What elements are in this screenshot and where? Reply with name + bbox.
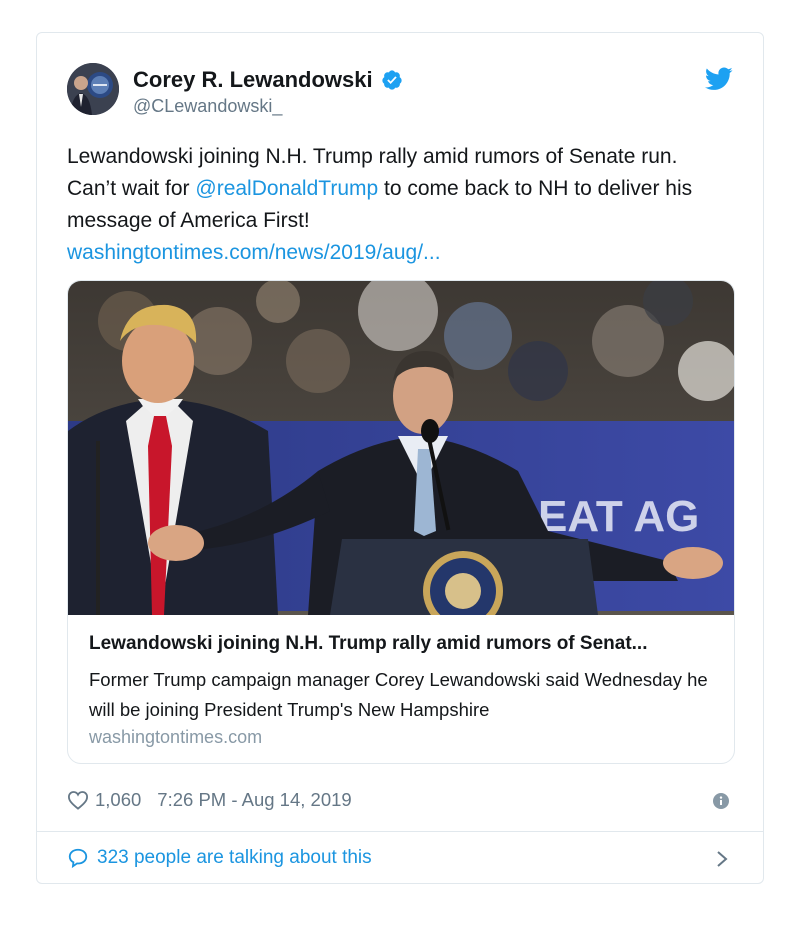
author-handle[interactable]: @CLewandowski_	[133, 96, 282, 117]
chevron-right-icon[interactable]	[715, 849, 729, 869]
divider	[37, 831, 763, 832]
link-card-title[interactable]: Lewandowski joining N.H. Trump rally ami…	[89, 633, 719, 655]
tweet-meta: 1,060 7:26 PM - Aug 14, 2019	[67, 789, 352, 811]
heart-icon[interactable]	[67, 790, 89, 810]
verified-badge-icon	[382, 70, 402, 90]
info-icon[interactable]	[713, 793, 729, 809]
conversation-link[interactable]: 323 people are talking about this	[67, 847, 372, 869]
mention-link[interactable]: @realDonaldTrump	[195, 177, 378, 200]
twitter-bird-icon[interactable]	[705, 67, 733, 91]
avatar[interactable]	[67, 63, 119, 115]
link-preview-card[interactable]: EAT AG Lewandowski joining N.H. Trump ra…	[67, 280, 735, 764]
like-count[interactable]: 1,060	[95, 789, 141, 811]
speech-bubble-icon	[68, 848, 88, 869]
link-card-description: Former Trump campaign manager Corey Lewa…	[89, 669, 708, 720]
article-link[interactable]: washingtontimes.com/news/2019/aug/...	[67, 237, 727, 269]
link-card-domain: washingtontimes.com	[89, 727, 263, 747]
tweet-text: Lewandowski joining N.H. Trump rally ami…	[67, 141, 727, 269]
rally-photo[interactable]: EAT AG	[68, 281, 735, 615]
author-name-text[interactable]: Corey R. Lewandowski	[133, 67, 373, 93]
banner-sign-text: EAT AG	[538, 492, 699, 541]
author-name[interactable]: Corey R. Lewandowski	[133, 67, 403, 93]
tweet-timestamp[interactable]: 7:26 PM - Aug 14, 2019	[157, 789, 351, 811]
embedded-tweet-card: Corey R. Lewandowski @CLewandowski_ Lewa…	[36, 32, 764, 884]
conversation-count-text[interactable]: 323 people are talking about this	[97, 847, 372, 869]
